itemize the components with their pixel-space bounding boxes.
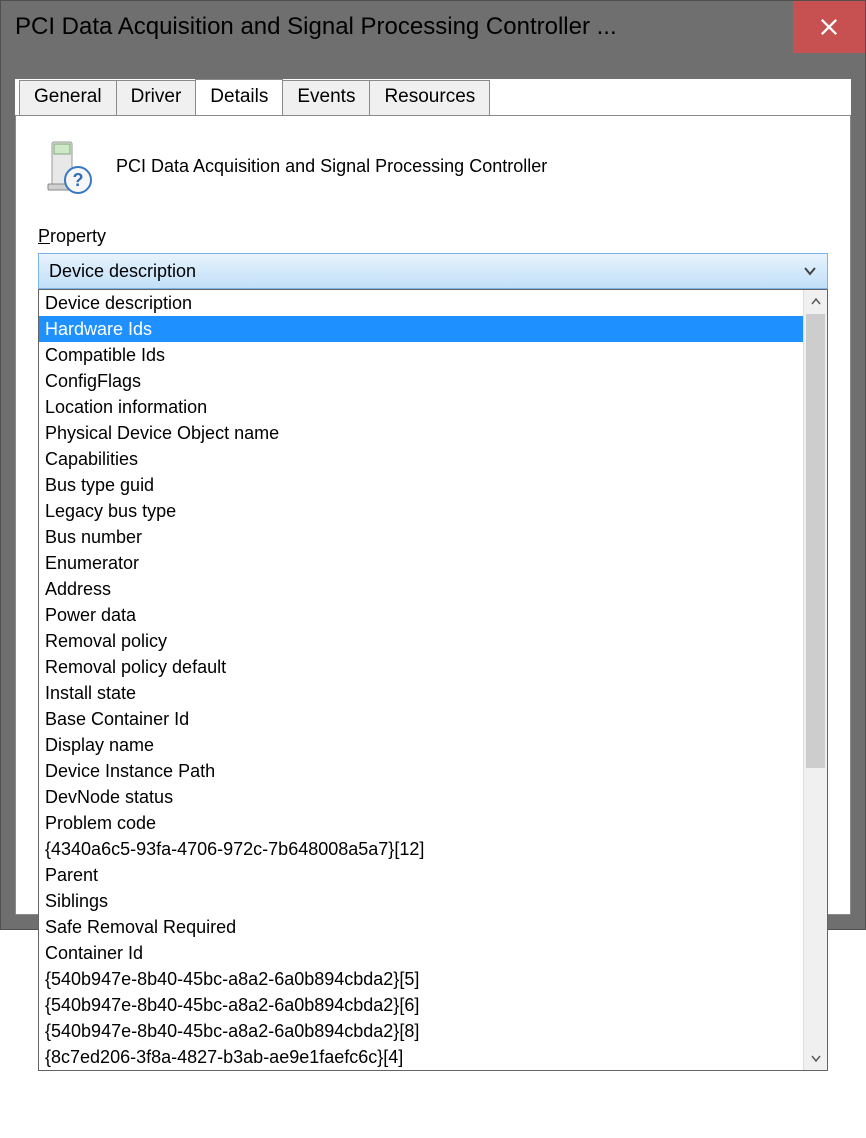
dropdown-item[interactable]: Power data [39,602,803,628]
device-name: PCI Data Acquisition and Signal Processi… [116,156,547,177]
scroll-thumb[interactable] [806,314,825,768]
tab-events[interactable]: Events [282,80,370,116]
tab-general[interactable]: General [19,80,117,116]
dropdown-item[interactable]: Hardware Ids [39,316,803,342]
dropdown-item[interactable]: Bus type guid [39,472,803,498]
dropdown-item[interactable]: Removal policy [39,628,803,654]
inner-frame: General Driver Details Events Resources … [15,79,851,915]
titlebar[interactable]: PCI Data Acquisition and Signal Processi… [1,1,865,53]
dropdown-scrollbar[interactable] [803,290,827,1070]
dropdown-item[interactable]: Siblings [39,888,803,914]
device-unknown-icon: ? [38,138,94,194]
dropdown-item[interactable]: {540b947e-8b40-45bc-a8a2-6a0b894cbda2}[6… [39,992,803,1018]
dropdown-item[interactable]: Legacy bus type [39,498,803,524]
dropdown-item[interactable]: Physical Device Object name [39,420,803,446]
dropdown-item[interactable]: DevNode status [39,784,803,810]
svg-text:?: ? [73,170,84,190]
dropdown-item[interactable]: {540b947e-8b40-45bc-a8a2-6a0b894cbda2}[5… [39,966,803,992]
dropdown-item[interactable]: Bus number [39,524,803,550]
dropdown-item[interactable]: ConfigFlags [39,368,803,394]
dropdown-item[interactable]: Safe Removal Required [39,914,803,940]
client-area: General Driver Details Events Resources … [1,53,865,929]
scroll-down-button[interactable] [804,1046,827,1070]
dropdown-item[interactable]: {8c7ed206-3f8a-4827-b3ab-ae9e1faefc6c}[4… [39,1044,803,1070]
window-title: PCI Data Acquisition and Signal Processi… [1,13,617,41]
properties-window: PCI Data Acquisition and Signal Processi… [0,0,866,930]
dropdown-item[interactable]: Install state [39,680,803,706]
dropdown-item[interactable]: Container Id [39,940,803,966]
dropdown-list: Device descriptionHardware IdsCompatible… [39,290,803,1070]
details-tab-panel: ? PCI Data Acquisition and Signal Proces… [15,115,851,915]
scroll-up-button[interactable] [804,290,827,314]
tab-driver[interactable]: Driver [116,80,197,116]
dropdown-item[interactable]: Device Instance Path [39,758,803,784]
property-combobox[interactable]: Device description [38,253,828,289]
close-icon [820,18,838,36]
dropdown-item[interactable]: Compatible Ids [39,342,803,368]
scroll-track[interactable] [804,314,827,1046]
tabstrip: General Driver Details Events Resources [19,79,851,115]
dropdown-item[interactable]: Removal policy default [39,654,803,680]
property-label-accel: P [38,226,50,246]
property-label: Property [38,226,828,247]
tab-resources[interactable]: Resources [369,80,490,116]
chevron-down-icon [803,263,817,279]
dropdown-item[interactable]: Location information [39,394,803,420]
dropdown-item[interactable]: Capabilities [39,446,803,472]
combobox-selected: Device description [49,261,196,282]
dropdown-item[interactable]: Address [39,576,803,602]
dropdown-item[interactable]: Parent [39,862,803,888]
dropdown-item[interactable]: {4340a6c5-93fa-4706-972c-7b648008a5a7}[1… [39,836,803,862]
dropdown-item[interactable]: Display name [39,732,803,758]
close-button[interactable] [793,1,865,53]
dropdown-item[interactable]: Device description [39,290,803,316]
dropdown-item[interactable]: {540b947e-8b40-45bc-a8a2-6a0b894cbda2}[8… [39,1018,803,1044]
dropdown-item[interactable]: Base Container Id [39,706,803,732]
tab-details[interactable]: Details [195,79,283,115]
property-dropdown: Device descriptionHardware IdsCompatible… [38,289,828,1071]
dropdown-item[interactable]: Problem code [39,810,803,836]
device-header: ? PCI Data Acquisition and Signal Proces… [38,138,828,194]
property-label-rest: roperty [50,226,106,246]
dropdown-item[interactable]: Enumerator [39,550,803,576]
